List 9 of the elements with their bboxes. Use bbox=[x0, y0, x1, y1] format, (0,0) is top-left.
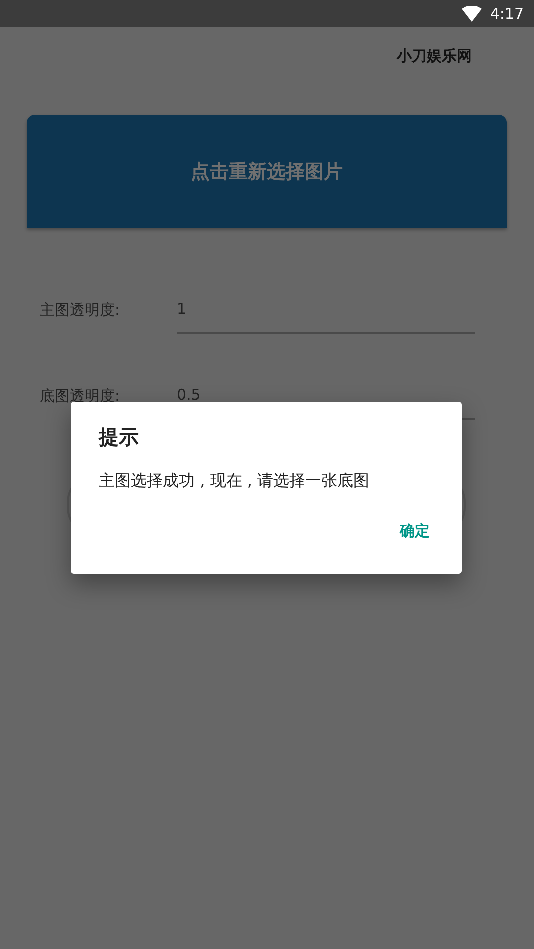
clock: 4:17 bbox=[490, 4, 524, 22]
field-label: 主图透明度: bbox=[40, 300, 122, 320]
wifi-icon bbox=[462, 6, 482, 22]
dialog-message: 主图选择成功 , 现在 , 请选择一张底图 bbox=[99, 471, 371, 492]
confirm-button[interactable]: 确定 bbox=[400, 522, 430, 541]
dialog-title: 提示 bbox=[99, 424, 140, 451]
app-title: 小刀娱乐网 bbox=[397, 47, 472, 67]
input-field[interactable]: 1 bbox=[177, 298, 475, 334]
select-image-button[interactable]: 点击重新选择图片 bbox=[27, 115, 507, 228]
